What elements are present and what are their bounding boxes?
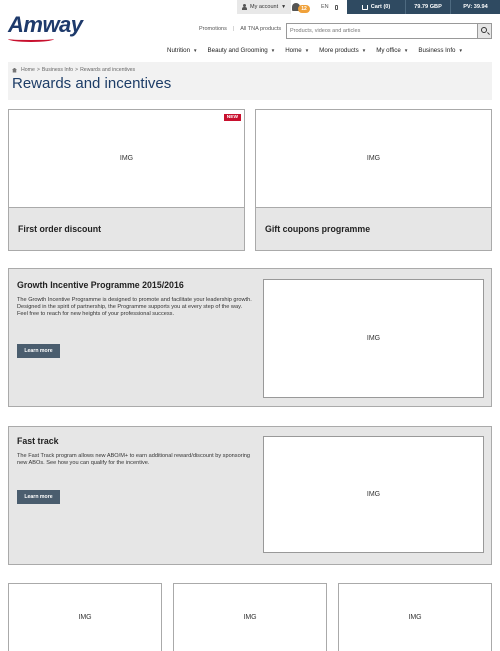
chevron-down-icon: ▼ xyxy=(281,4,287,10)
cart-button[interactable]: Cart (0) xyxy=(347,0,405,14)
chevron-down-icon: ▼ xyxy=(193,47,198,53)
my-account-menu[interactable]: My account ▼ xyxy=(237,0,292,14)
nav-item-business-info[interactable]: Business Info ▼ xyxy=(413,43,468,57)
site-header: Amway My account ▼ 12 EN Cart (0) 79.79 … xyxy=(0,0,500,62)
card-title[interactable]: Gift coupons programme xyxy=(265,224,370,234)
promo-title: Fast track xyxy=(17,436,59,446)
nav-label: Beauty and Grooming xyxy=(207,46,268,54)
cart-total: 79.79 GBP xyxy=(405,0,450,14)
main-nav: Nutrition ▼ Beauty and Grooming ▼ Home ▼… xyxy=(162,43,468,57)
nav-item-home[interactable]: Home ▼ xyxy=(280,43,314,57)
promo-image: IMG xyxy=(263,279,484,398)
promotions-link[interactable]: Promotions xyxy=(199,26,227,32)
search-button[interactable] xyxy=(477,24,491,38)
nav-label: Home xyxy=(285,46,302,54)
nav-label: More products xyxy=(319,46,359,54)
search-input[interactable] xyxy=(290,25,475,37)
nav-item-more-products[interactable]: More products ▼ xyxy=(314,43,371,57)
tile-image[interactable]: IMG xyxy=(173,583,327,651)
page-title: Rewards and incentives xyxy=(12,75,172,92)
learn-more-button[interactable]: Learn more xyxy=(17,344,60,358)
nav-label: Nutrition xyxy=(167,46,191,54)
promo-fast-track: Fast track The Fast Track program allows… xyxy=(8,426,492,565)
amway-logo[interactable]: Amway xyxy=(8,12,83,38)
promo-description: The Growth Incentive Programme is design… xyxy=(17,297,252,317)
image-placeholder: IMG xyxy=(366,155,381,162)
chevron-down-icon: ▼ xyxy=(361,47,367,53)
card-first-order-discount[interactable]: IMG NEW First order discount xyxy=(8,109,245,251)
promo-title: Growth Incentive Programme 2015/2016 xyxy=(17,280,184,290)
promo-links: Promotions | All TNA products xyxy=(199,26,281,32)
logo-swoosh xyxy=(8,36,54,42)
my-account-label: My account xyxy=(250,4,279,10)
all-tna-products-link[interactable]: All TNA products xyxy=(240,26,281,32)
breadcrumb-current: Rewards and incentives xyxy=(80,67,136,73)
breadcrumb-separator: > xyxy=(75,67,79,73)
chevron-down-icon: ▼ xyxy=(458,47,463,53)
person-icon xyxy=(242,4,247,10)
nav-item-my-office[interactable]: My office ▼ xyxy=(371,43,413,57)
search-box xyxy=(286,23,492,39)
nav-label: My office xyxy=(376,46,401,54)
card-gift-coupons[interactable]: IMG Gift coupons programme xyxy=(255,109,492,251)
breadcrumb-home[interactable]: Home xyxy=(21,67,35,73)
card-image: IMG NEW xyxy=(9,110,244,208)
page-header: Home > Business Info > Rewards and incen… xyxy=(8,62,492,100)
nav-item-beauty[interactable]: Beauty and Grooming ▼ xyxy=(203,43,281,57)
promo-image: IMG xyxy=(263,436,484,553)
nav-item-nutrition[interactable]: Nutrition ▼ xyxy=(162,43,203,57)
notification-count-badge: 12 xyxy=(298,5,310,13)
language-label: EN xyxy=(321,4,329,10)
chevron-down-icon: ▼ xyxy=(270,47,276,53)
nav-label: Business Info xyxy=(418,46,456,54)
promo-growth-incentive: Growth Incentive Programme 2015/2016 The… xyxy=(8,268,492,407)
home-icon[interactable] xyxy=(12,67,17,73)
card-image: IMG xyxy=(256,110,491,208)
cart-icon xyxy=(361,4,368,10)
pv-value: PV: 39.94 xyxy=(450,0,500,14)
tile-image[interactable]: IMG xyxy=(338,583,492,651)
new-badge: NEW xyxy=(223,114,241,121)
breadcrumb: Home > Business Info > Rewards and incen… xyxy=(12,67,135,73)
tile-image[interactable]: IMG xyxy=(8,583,162,651)
breadcrumb-separator: > xyxy=(36,67,40,73)
separator: | xyxy=(232,26,235,32)
card-title[interactable]: First order discount xyxy=(18,224,101,234)
promo-description: The Fast Track program allows new ABO/M+… xyxy=(17,453,251,466)
image-placeholder: IMG xyxy=(119,155,134,162)
breadcrumb-business-info[interactable]: Business Info xyxy=(42,67,73,73)
notifications[interactable]: 12 xyxy=(292,2,312,14)
chevron-down-icon: ▼ xyxy=(403,47,409,53)
mobile-icon[interactable] xyxy=(334,4,338,10)
cart-label: Cart (0) xyxy=(370,4,391,10)
learn-more-button[interactable]: Learn more xyxy=(17,490,60,504)
cart-bar: Cart (0) 79.79 GBP PV: 39.94 xyxy=(347,0,500,14)
search-icon xyxy=(481,27,487,33)
language-selector[interactable]: EN xyxy=(321,0,338,14)
chevron-down-icon: ▼ xyxy=(304,47,310,53)
